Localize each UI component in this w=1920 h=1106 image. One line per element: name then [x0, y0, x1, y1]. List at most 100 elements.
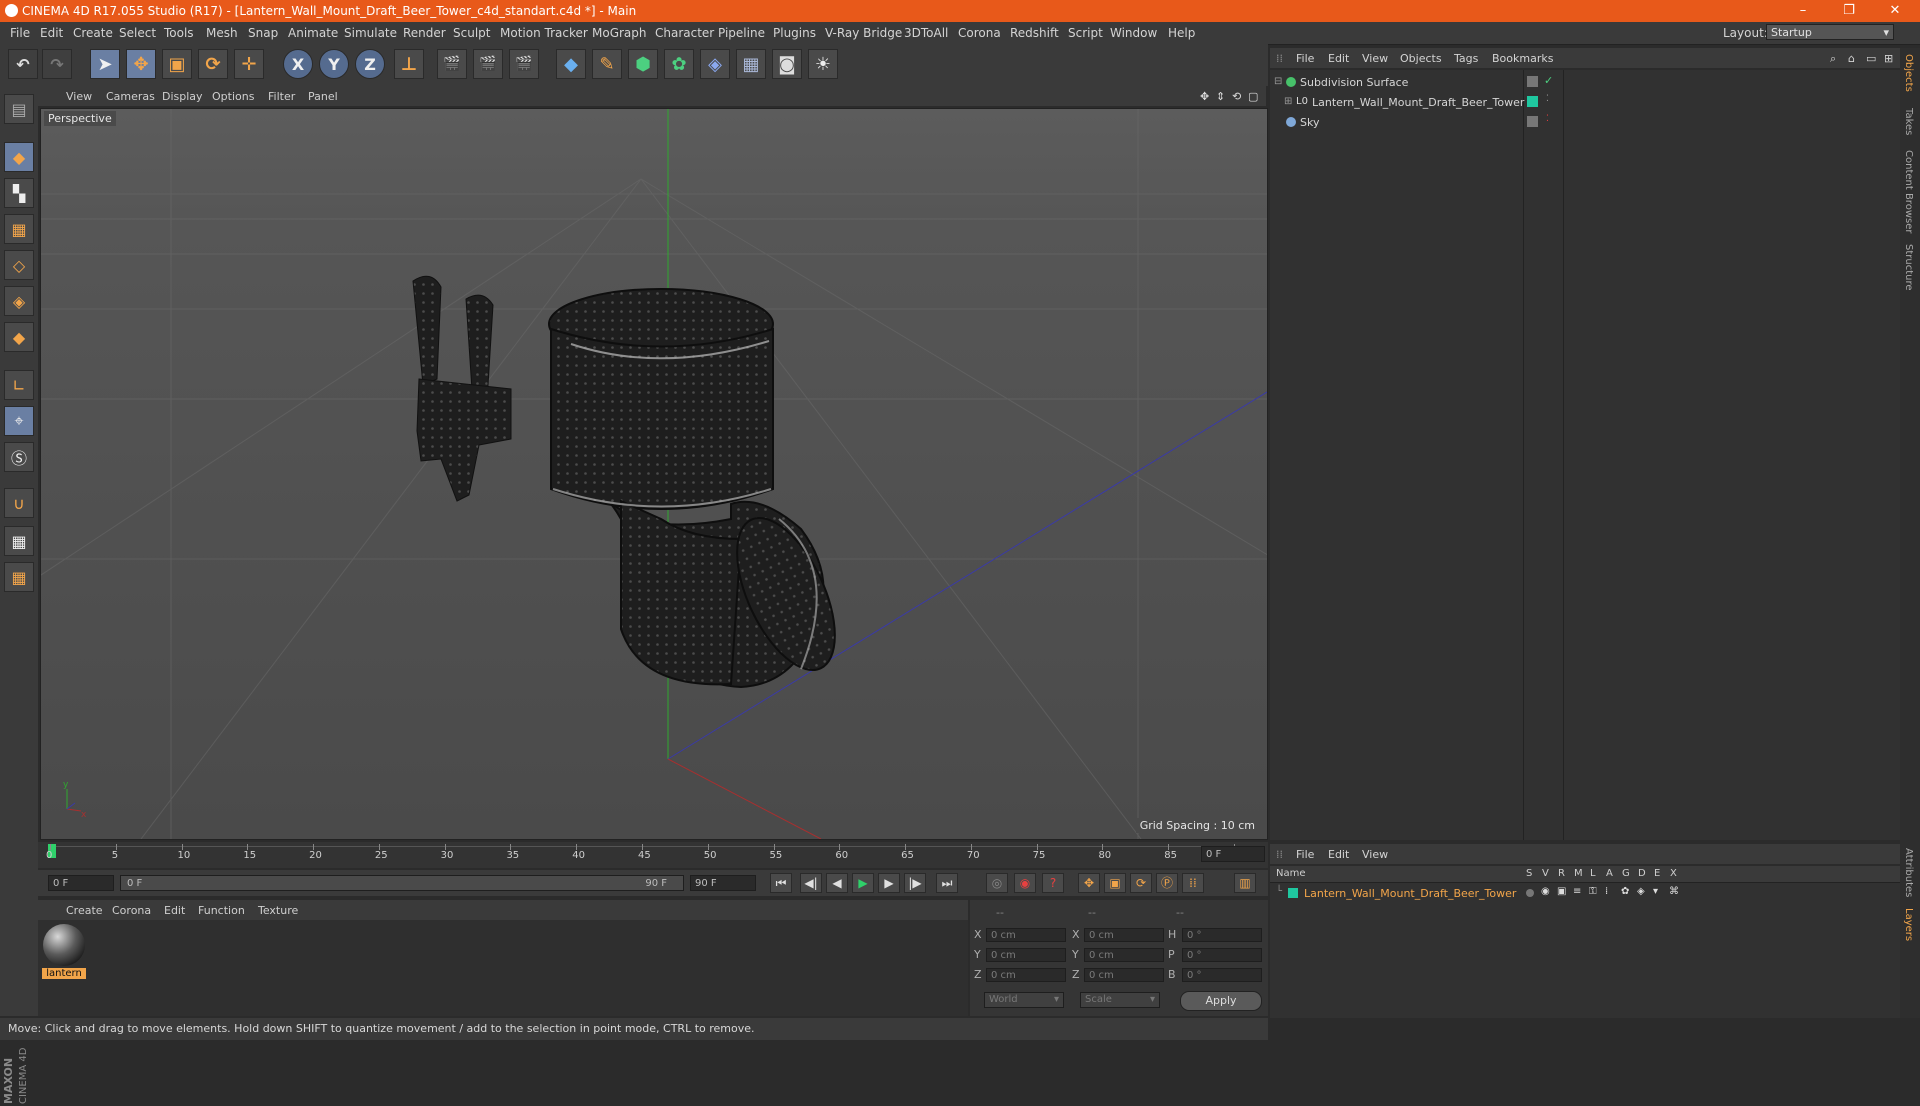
viewport-menu-display[interactable]: Display	[162, 90, 203, 103]
layer-color-tag[interactable]	[1527, 96, 1538, 107]
end-frame-field[interactable]: 90 F	[690, 875, 756, 891]
menu-file[interactable]: File	[10, 26, 30, 40]
key-position-icon[interactable]: ✥	[1078, 873, 1100, 893]
minimize-button[interactable]: –	[1780, 0, 1826, 22]
light-icon[interactable]: ☀	[808, 49, 838, 79]
viewport-menu-filter[interactable]: Filter	[268, 90, 295, 103]
menu-vray-bridge[interactable]: V-Ray Bridge	[825, 26, 902, 40]
viewport-menu-panel[interactable]: Panel	[308, 90, 338, 103]
expression-icon[interactable]: ▾	[1653, 886, 1658, 897]
render-icon[interactable]: ▣	[1557, 886, 1566, 897]
scale-icon[interactable]: ▣	[162, 49, 192, 79]
live-selection-icon[interactable]: ✛	[234, 49, 264, 79]
column-xref[interactable]: X	[1670, 868, 1677, 879]
viewport-navigate-icon[interactable]: ✥	[1200, 90, 1209, 103]
start-frame-field[interactable]: 0 F	[48, 875, 114, 891]
menu-sculpt[interactable]: Sculpt	[453, 26, 490, 40]
xref-icon[interactable]: ⌘	[1669, 886, 1679, 897]
animation-icon[interactable]: ⁞	[1605, 886, 1608, 897]
lm-menu-edit[interactable]: Edit	[1328, 848, 1349, 861]
previous-frame-icon[interactable]: ◀	[826, 873, 848, 893]
y-axis-icon[interactable]: Y	[319, 49, 349, 79]
close-button[interactable]: ✕	[1872, 0, 1918, 22]
collapse-icon[interactable]: ⊟	[1274, 76, 1282, 87]
record-icon[interactable]: ◎	[986, 873, 1008, 893]
next-keyframe-icon[interactable]: |▶	[904, 873, 926, 893]
render-view-icon[interactable]: 🎬	[437, 49, 467, 79]
key-pla-icon[interactable]: ⁞⁞	[1182, 873, 1204, 893]
texture-mode-icon[interactable]: ▚	[4, 178, 34, 208]
model-mode-icon[interactable]: ◆	[4, 142, 34, 172]
apply-button[interactable]: Apply	[1180, 991, 1262, 1011]
menu-render[interactable]: Render	[403, 26, 446, 40]
solo-toggle[interactable]	[1526, 889, 1534, 897]
restore-button[interactable]: ❐	[1826, 0, 1872, 22]
timeline-ruler[interactable]: 051015202530354045505560657075808590 0 F	[38, 842, 1268, 868]
menu-script[interactable]: Script	[1068, 26, 1103, 40]
column-generators[interactable]: G	[1622, 868, 1630, 879]
rotate-icon[interactable]: ⟳	[198, 49, 228, 79]
column-solo[interactable]: S	[1526, 868, 1532, 879]
om-menu-tags[interactable]: Tags	[1454, 52, 1478, 65]
menu-mograph[interactable]: MoGraph	[592, 26, 647, 40]
material-menu-create[interactable]: Create	[66, 904, 103, 917]
rotation-h-field[interactable]: 0 °	[1182, 928, 1262, 942]
move-icon[interactable]: ✥	[126, 49, 156, 79]
frame-range-slider[interactable]: 0 F 90 F	[120, 875, 684, 891]
search-icon[interactable]: ⌕	[1830, 52, 1836, 66]
home-icon[interactable]: ⌂	[1848, 52, 1855, 65]
om-menu-view[interactable]: View	[1362, 52, 1388, 65]
layer-row[interactable]: └ Lantern_Wall_Mount_Draft_Beer_Tower ◉ …	[1270, 885, 1900, 902]
menu-motion-tracker[interactable]: Motion Tracker	[500, 26, 588, 40]
om-menu-edit[interactable]: Edit	[1328, 52, 1349, 65]
deformer-icon[interactable]: ◈	[1637, 886, 1645, 897]
coordinate-system-icon[interactable]: ⊥	[394, 49, 424, 79]
render-settings-icon[interactable]: 🎬	[509, 49, 539, 79]
object-row-sky[interactable]: Sky ⁚	[1270, 113, 1900, 132]
layout-select[interactable]: Startup ▾	[1766, 24, 1894, 40]
cube-primitive-icon[interactable]: ◆	[556, 49, 586, 79]
enabled-check-icon[interactable]: ✓	[1544, 74, 1553, 87]
column-animation[interactable]: A	[1606, 868, 1613, 879]
material-menu-edit[interactable]: Edit	[164, 904, 185, 917]
tab-content-browser[interactable]: Content Browser	[1903, 150, 1914, 233]
menu-corona[interactable]: Corona	[958, 26, 1001, 40]
viewport-menu-view[interactable]: View	[66, 90, 92, 103]
mograph-cloner-icon[interactable]: ✿	[664, 49, 694, 79]
lm-menu-view[interactable]: View	[1362, 848, 1388, 861]
om-menu-objects[interactable]: Objects	[1400, 52, 1442, 65]
size-mode-select[interactable]: Scale ▾	[1080, 992, 1160, 1008]
timeline-window-icon[interactable]: ▥	[1234, 873, 1256, 893]
deformer-icon[interactable]: ◈	[700, 49, 730, 79]
snap-icon[interactable]: Ⓢ	[4, 442, 34, 472]
keyframe-selection-icon[interactable]: ?	[1042, 873, 1064, 893]
material-menu-texture[interactable]: Texture	[258, 904, 298, 917]
menu-tools[interactable]: Tools	[164, 26, 194, 40]
menu-edit[interactable]: Edit	[40, 26, 63, 40]
go-to-start-icon[interactable]: ⏮	[770, 873, 792, 893]
edges-mode-icon[interactable]: ◈	[4, 286, 34, 316]
visibility-toggle[interactable]	[1527, 76, 1538, 87]
viewport-menu-options[interactable]: Options	[212, 90, 254, 103]
menu-redshift[interactable]: Redshift	[1010, 26, 1059, 40]
object-row-subdivision-surface[interactable]: ⊟ Subdivision Surface ✓	[1270, 73, 1900, 92]
tab-structure[interactable]: Structure	[1903, 244, 1914, 291]
make-editable-icon[interactable]: ▤	[4, 94, 34, 124]
material-menu-corona[interactable]: Corona	[112, 904, 151, 917]
viewport-maximize-icon[interactable]: ▢	[1248, 90, 1258, 103]
position-x-field[interactable]: 0 cm	[986, 928, 1066, 942]
locked-workplane-icon[interactable]: ▦	[4, 526, 34, 556]
size-x-field[interactable]: 0 cm	[1084, 928, 1164, 942]
menu-animate[interactable]: Animate	[288, 26, 338, 40]
column-deformers[interactable]: D	[1638, 868, 1646, 879]
om-menu-bookmarks[interactable]: Bookmarks	[1492, 52, 1553, 65]
eye-icon[interactable]: ◉	[1541, 886, 1550, 897]
tab-takes[interactable]: Takes	[1903, 108, 1914, 135]
menu-plugins[interactable]: Plugins	[773, 26, 816, 40]
redo-icon[interactable]: ↷	[42, 49, 72, 79]
camera-icon[interactable]: ◙	[772, 49, 802, 79]
magnet-icon[interactable]: ∪	[4, 488, 34, 518]
menu-mesh[interactable]: Mesh	[206, 26, 238, 40]
column-render[interactable]: R	[1558, 868, 1565, 879]
menu-pipeline[interactable]: Pipeline	[718, 26, 765, 40]
